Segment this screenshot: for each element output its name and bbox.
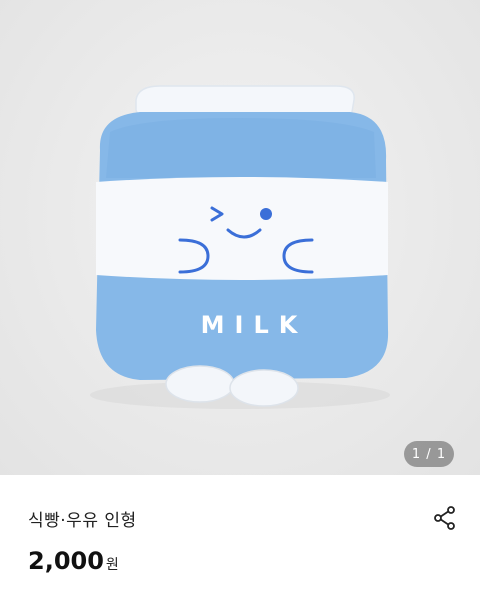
product-image: MILK [90,85,390,409]
milk-label: MILK [201,311,308,339]
price-unit: 원 [105,557,119,573]
price-value: 2,000 [28,547,104,575]
share-button[interactable] [432,505,458,531]
product-image-gallery[interactable]: MILK 1 / 1 [0,0,480,475]
product-info: 식빵·우유 인형 2,000 원 [0,475,480,600]
image-counter: 1 / 1 [404,441,454,467]
price: 2,000 원 [28,547,119,575]
share-icon [434,506,455,530]
product-title: 식빵·우유 인형 [28,511,137,531]
